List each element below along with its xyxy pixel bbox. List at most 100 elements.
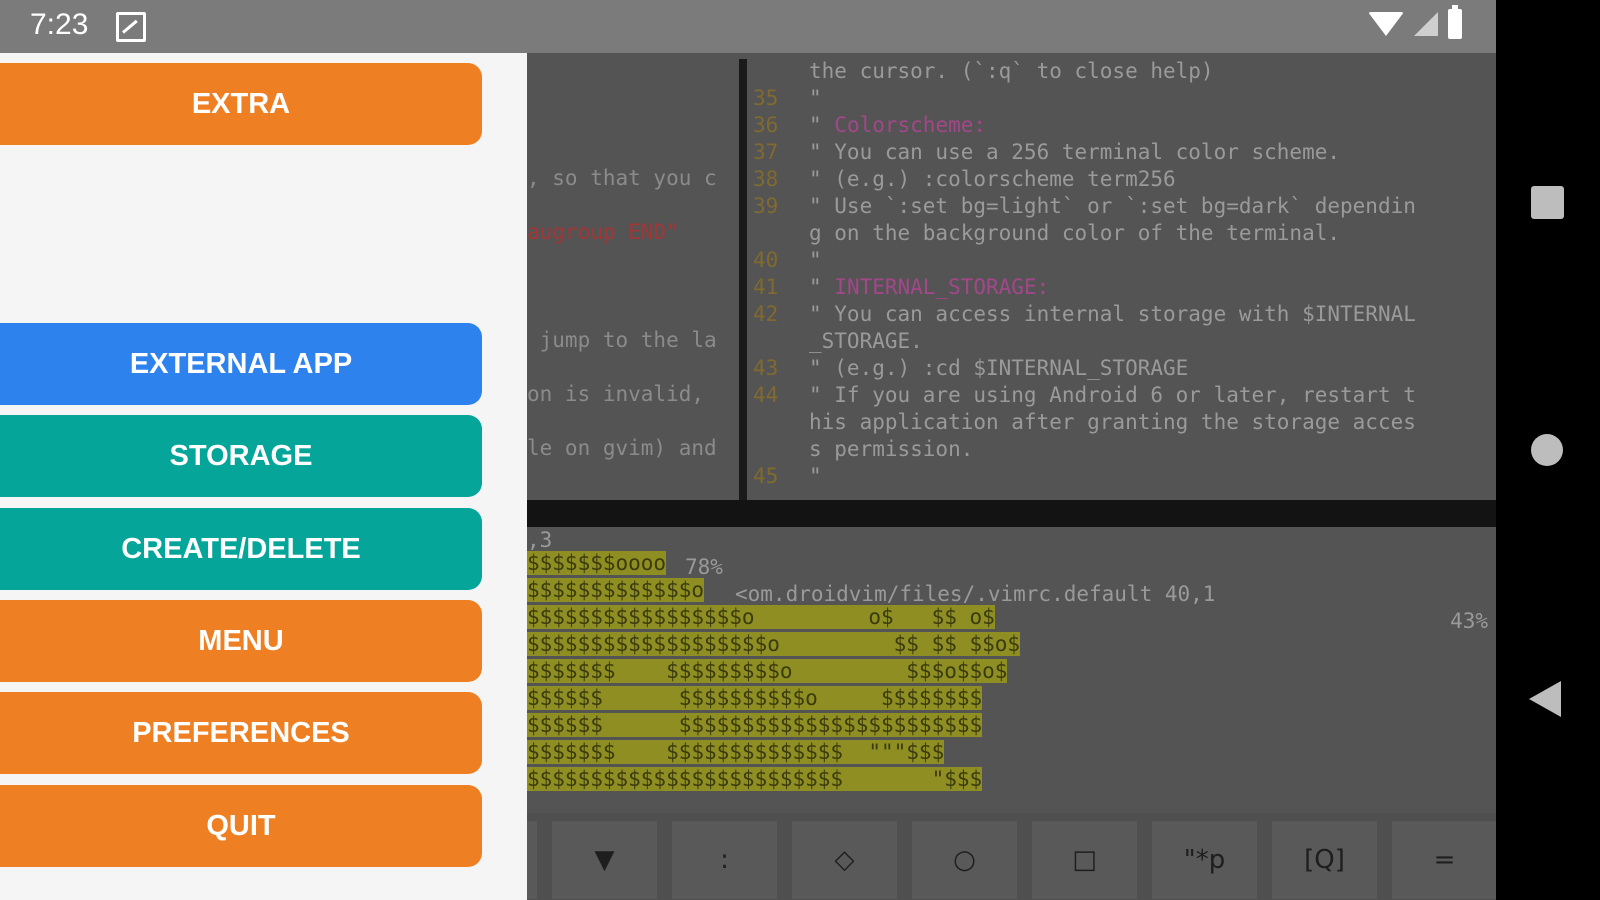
extra-key-row: ▼: ◇ ○ □ "*p [Q] = — [527, 813, 1496, 900]
external-app-button[interactable]: EXTERNAL APP — [0, 323, 482, 405]
line-number: 45 — [753, 464, 779, 488]
line-number: 37 — [753, 140, 779, 164]
line-text: _STORAGE. — [809, 329, 923, 353]
side-drawer: EXTRA EXTERNAL APP STORAGE CREATE/DELETE… — [0, 53, 527, 900]
ascii-art-line: $$$$$$$$$$$$$o — [527, 577, 1020, 604]
line-text: " You can access internal storage with $… — [809, 302, 1416, 326]
vim-editor[interactable]: , so that you c augroup END" jump to the… — [527, 53, 1496, 900]
extra-key[interactable]: = — [1392, 821, 1496, 899]
line-number: 42 — [753, 302, 779, 326]
statusline-right-percent: 43% — [1450, 609, 1488, 633]
menu-button[interactable]: MENU — [0, 600, 482, 682]
screenshot-notification-icon — [116, 12, 146, 42]
editor-line: 43 " (e.g.) :cd $INTERNAL_STORAGE — [753, 356, 1188, 380]
back-icon[interactable] — [1529, 681, 1561, 717]
editor-line: 44 " If you are using Android 6 or later,… — [753, 383, 1416, 407]
ascii-art-text: $$$$$$$ $$$$$$$$$$$$$$ """$$$ — [527, 740, 945, 764]
extra-button[interactable]: EXTRA — [0, 63, 482, 145]
ascii-art-text: $$$$$$$oooo — [527, 551, 667, 575]
left-pane-line: , so that you c — [527, 166, 717, 190]
editor-line: the cursor. (`:q` to close help) — [753, 59, 1214, 83]
status-bar: 7:23 — [0, 0, 1496, 53]
line-number: 40 — [753, 248, 779, 272]
editor-line: _STORAGE. — [753, 329, 923, 353]
extra-key[interactable]: ▼ — [552, 821, 657, 899]
extra-key[interactable]: □ — [1032, 821, 1137, 899]
line-text: " — [809, 86, 822, 110]
ascii-art-line: $$$$$$ $$$$$$$$$$$$$$$$$$$$$$$$ — [527, 712, 1020, 739]
comment-heading: Colorscheme: — [834, 113, 987, 137]
line-number: 44 — [753, 383, 779, 407]
extra-key[interactable]: : — [672, 821, 777, 899]
quit-button[interactable]: QUIT — [0, 785, 482, 867]
create-delete-button[interactable]: CREATE/DELETE — [0, 508, 482, 590]
editor-line: his application after granting the stora… — [753, 410, 1416, 434]
left-pane-line: jump to the la — [527, 328, 717, 352]
editor-line: 45 " — [753, 464, 822, 488]
editor-line: 36 " Colorscheme: — [753, 113, 986, 137]
status-time: 7:23 — [30, 8, 89, 41]
line-text: the cursor. (`:q` to close help) — [809, 59, 1214, 83]
ascii-art-text: $$$$$$$$$$$$$o — [527, 578, 705, 602]
editor-line: 35 " — [753, 86, 822, 110]
editor-line: s permission. — [753, 437, 973, 461]
editor-line: 38 " (e.g.) :colorscheme term256 — [753, 167, 1176, 191]
line-text: " — [809, 464, 822, 488]
editor-line: 42 " You can access internal storage with… — [753, 302, 1416, 326]
extra-key[interactable]: ◇ — [792, 821, 897, 899]
line-text: " You can use a 256 terminal color schem… — [809, 140, 1341, 164]
line-text: g on the background color of the termina… — [809, 221, 1341, 245]
line-number: 39 — [753, 194, 779, 218]
vim-statusline: ,3 78% <om.droidvim/files/.vimrc.default… — [527, 500, 1496, 633]
editor-line: 39 " Use `:set bg=light` or `:set bg=dark… — [753, 194, 1416, 218]
storage-button[interactable]: STORAGE — [0, 415, 482, 497]
home-icon[interactable] — [1531, 434, 1563, 466]
line-number: 36 — [753, 113, 779, 137]
line-text: " — [809, 275, 835, 299]
ascii-art-line: $$$$$$$ $$$$$$$$$$$$$$ """$$$ — [527, 739, 1020, 766]
line-number: 35 — [753, 86, 779, 110]
extra-key[interactable]: ○ — [912, 821, 1017, 899]
editor-line: 40 " — [753, 248, 822, 272]
line-text: " (e.g.) :cd $INTERNAL_STORAGE — [809, 356, 1189, 380]
editor-line: g on the background color of the termina… — [753, 221, 1340, 245]
ascii-art-text: $$$$$$$ $$$$$$$$$o $$$o$$o$ — [527, 659, 1008, 683]
wifi-icon — [1368, 12, 1404, 36]
extra-key[interactable]: [Q] — [1272, 821, 1377, 899]
ascii-art-line: $$$$$$ $$$$$$$$$$o $$$$$$$$ — [527, 685, 1020, 712]
ascii-art-line: $$$$$$$$$$$$$$$$$o o$ $$ o$ — [527, 604, 1020, 631]
left-split-pane[interactable]: , so that you c augroup END" jump to the… — [527, 53, 737, 500]
line-number: 38 — [753, 167, 779, 191]
line-text: " — [809, 113, 835, 137]
extra-key[interactable] — [527, 821, 537, 899]
line-number: 43 — [753, 356, 779, 380]
left-pane-line: on is invalid, — [527, 382, 717, 406]
line-text: " (e.g.) :colorscheme term256 — [809, 167, 1176, 191]
ascii-art-line: $$$$$$$ $$$$$$$$$o $$$o$$o$ — [527, 658, 1020, 685]
extra-key[interactable]: "*p — [1152, 821, 1257, 899]
ascii-art-text: $$$$$$$$$$$$$$$$$$$o $$ $$ $$o$ — [527, 632, 1021, 656]
recents-icon[interactable] — [1531, 186, 1564, 219]
line-text: his application after granting the stora… — [809, 410, 1416, 434]
line-text: " If you are using Android 6 or later, r… — [809, 383, 1416, 407]
line-text: s permission. — [809, 437, 974, 461]
ascii-art-area: $$$$$$$oooo $$$$$$$$$$$$$o $$$$$$$$$$$$$$$… — [527, 550, 1021, 793]
left-pane-line: augroup END" — [527, 220, 679, 244]
navigation-bar — [1496, 0, 1600, 900]
preferences-button[interactable]: PREFERENCES — [0, 692, 482, 774]
editor-line: 41 " INTERNAL_STORAGE: — [753, 275, 1049, 299]
cell-signal-icon — [1414, 12, 1438, 36]
editor-line: 37 " You can use a 256 terminal color sch… — [753, 140, 1340, 164]
status-icons — [1368, 5, 1462, 39]
ascii-art-line: $$$$$$$oooo — [527, 550, 1020, 577]
vertical-split-divider[interactable] — [739, 59, 747, 500]
left-pane-line: le on gvim) and — [527, 436, 717, 460]
ascii-art-text: $$$$$$$$$$$$$$$$$o o$ $$ o$ — [527, 605, 995, 629]
line-text: " — [809, 248, 822, 272]
ascii-art-line: $$$$$$$$$$$$$$$$$$$o $$ $$ $$o$ — [527, 631, 1021, 658]
ascii-art-text: $$$$$$ $$$$$$$$$$$$$$$$$$$$$$$$ — [527, 713, 983, 737]
ascii-art-text: $$$$$$$$$$$$$$$$$$$$$$$$$ "$$$ — [527, 767, 983, 791]
line-number: 41 — [753, 275, 779, 299]
line-text: " Use `:set bg=light` or `:set bg=dark` … — [809, 194, 1416, 218]
right-split-pane[interactable]: the cursor. (`:q` to close help) 35 " 36 " C… — [753, 53, 1496, 500]
